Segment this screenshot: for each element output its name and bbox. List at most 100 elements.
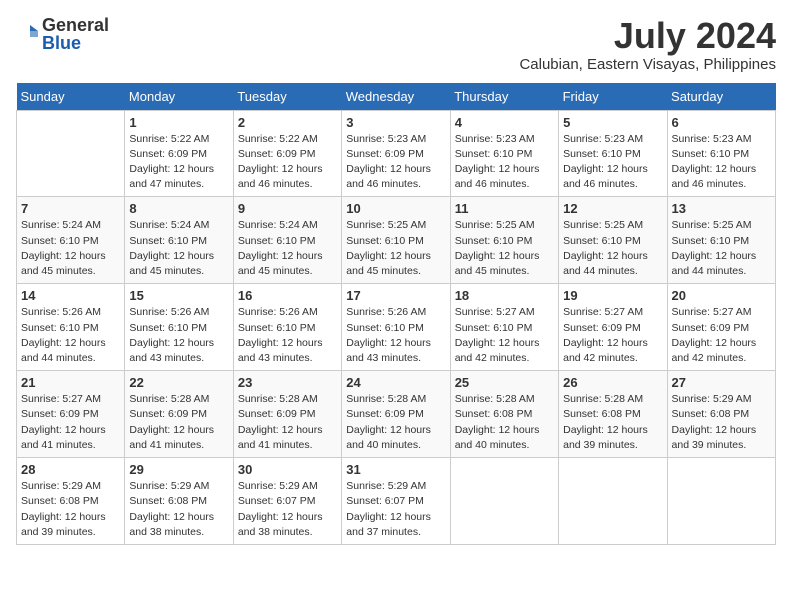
day-number: 31 [346,462,445,477]
calendar-table: SundayMondayTuesdayWednesdayThursdayFrid… [16,83,776,545]
day-number: 18 [455,288,554,303]
day-info: Sunrise: 5:28 AM Sunset: 6:08 PM Dayligh… [563,392,662,453]
header-day-wednesday: Wednesday [342,83,450,111]
day-cell: 17 Sunrise: 5:26 AM Sunset: 6:10 PM Dayli… [342,284,450,371]
day-cell: 31 Sunrise: 5:29 AM Sunset: 6:07 PM Dayli… [342,458,450,545]
day-cell: 25 Sunrise: 5:28 AM Sunset: 6:08 PM Dayli… [450,371,558,458]
day-number: 23 [238,375,337,390]
header-day-thursday: Thursday [450,83,558,111]
day-number: 25 [455,375,554,390]
title-area: July 2024 Calubian, Eastern Visayas, Phi… [519,16,776,73]
day-info: Sunrise: 5:26 AM Sunset: 6:10 PM Dayligh… [346,305,445,366]
day-cell: 28 Sunrise: 5:29 AM Sunset: 6:08 PM Dayli… [17,458,125,545]
day-info: Sunrise: 5:27 AM Sunset: 6:09 PM Dayligh… [21,392,120,453]
day-info: Sunrise: 5:26 AM Sunset: 6:10 PM Dayligh… [129,305,228,366]
day-number: 13 [672,201,771,216]
day-info: Sunrise: 5:29 AM Sunset: 6:07 PM Dayligh… [238,479,337,540]
header-day-sunday: Sunday [17,83,125,111]
day-info: Sunrise: 5:26 AM Sunset: 6:10 PM Dayligh… [21,305,120,366]
day-cell: 30 Sunrise: 5:29 AM Sunset: 6:07 PM Dayli… [233,458,341,545]
day-info: Sunrise: 5:29 AM Sunset: 6:08 PM Dayligh… [21,479,120,540]
day-cell: 7Sunrise: 5:24 AM Sunset: 6:10 PM Daylig… [17,197,125,284]
day-info: Sunrise: 5:28 AM Sunset: 6:09 PM Dayligh… [346,392,445,453]
day-cell: 16 Sunrise: 5:26 AM Sunset: 6:10 PM Dayli… [233,284,341,371]
day-number: 6 [672,115,771,130]
day-cell: 4 Sunrise: 5:23 AM Sunset: 6:10 PM Daylig… [450,110,558,197]
day-info: Sunrise: 5:29 AM Sunset: 6:07 PM Dayligh… [346,479,445,540]
day-info: Sunrise: 5:27 AM Sunset: 6:10 PM Dayligh… [455,305,554,366]
day-number: 4 [455,115,554,130]
day-number: 28 [21,462,120,477]
week-row-4: 21 Sunrise: 5:27 AM Sunset: 6:09 PM Dayli… [17,371,776,458]
day-info: Sunrise: 5:23 AM Sunset: 6:10 PM Dayligh… [455,132,554,193]
day-info: Sunrise: 5:24 AM Sunset: 6:10 PM Dayligh… [129,218,228,279]
day-info: Sunrise: 5:26 AM Sunset: 6:10 PM Dayligh… [238,305,337,366]
day-number: 29 [129,462,228,477]
day-cell: 10Sunrise: 5:25 AM Sunset: 6:10 PM Dayli… [342,197,450,284]
calendar-header-row: SundayMondayTuesdayWednesdayThursdayFrid… [17,83,776,111]
subtitle: Calubian, Eastern Visayas, Philippines [519,56,776,73]
day-number: 8 [129,201,228,216]
day-number: 22 [129,375,228,390]
day-cell: 18 Sunrise: 5:27 AM Sunset: 6:10 PM Dayli… [450,284,558,371]
day-info: Sunrise: 5:24 AM Sunset: 6:10 PM Dayligh… [238,218,337,279]
day-cell: 12Sunrise: 5:25 AM Sunset: 6:10 PM Dayli… [559,197,667,284]
day-info: Sunrise: 5:27 AM Sunset: 6:09 PM Dayligh… [672,305,771,366]
day-cell: 5 Sunrise: 5:23 AM Sunset: 6:10 PM Daylig… [559,110,667,197]
logo-blue: Blue [42,34,109,52]
day-info: Sunrise: 5:23 AM Sunset: 6:09 PM Dayligh… [346,132,445,193]
logo-general: General [42,16,109,34]
day-number: 27 [672,375,771,390]
day-cell: 23 Sunrise: 5:28 AM Sunset: 6:09 PM Dayli… [233,371,341,458]
week-row-5: 28 Sunrise: 5:29 AM Sunset: 6:08 PM Dayli… [17,458,776,545]
day-number: 21 [21,375,120,390]
week-row-3: 14 Sunrise: 5:26 AM Sunset: 6:10 PM Dayli… [17,284,776,371]
day-number: 26 [563,375,662,390]
day-cell [667,458,775,545]
day-info: Sunrise: 5:29 AM Sunset: 6:08 PM Dayligh… [129,479,228,540]
day-info: Sunrise: 5:22 AM Sunset: 6:09 PM Dayligh… [129,132,228,193]
day-cell [559,458,667,545]
day-cell [450,458,558,545]
day-cell: 13 Sunrise: 5:25 AM Sunset: 6:10 PM Dayli… [667,197,775,284]
day-cell: 9 Sunrise: 5:24 AM Sunset: 6:10 PM Daylig… [233,197,341,284]
day-cell: 22 Sunrise: 5:28 AM Sunset: 6:09 PM Dayli… [125,371,233,458]
day-number: 19 [563,288,662,303]
day-info: Sunrise: 5:25 AM Sunset: 6:10 PM Dayligh… [455,218,554,279]
day-number: 20 [672,288,771,303]
day-number: 30 [238,462,337,477]
day-cell: 26 Sunrise: 5:28 AM Sunset: 6:08 PM Dayli… [559,371,667,458]
day-info: Sunrise: 5:28 AM Sunset: 6:08 PM Dayligh… [455,392,554,453]
day-number: 14 [21,288,120,303]
main-title: July 2024 [519,16,776,56]
day-info: Sunrise: 5:23 AM Sunset: 6:10 PM Dayligh… [563,132,662,193]
day-cell: 1 Sunrise: 5:22 AM Sunset: 6:09 PM Daylig… [125,110,233,197]
day-number: 9 [238,201,337,216]
day-number: 10 [346,201,445,216]
day-cell: 11Sunrise: 5:25 AM Sunset: 6:10 PM Dayli… [450,197,558,284]
day-number: 17 [346,288,445,303]
day-cell: 3Sunrise: 5:23 AM Sunset: 6:09 PM Daylig… [342,110,450,197]
day-cell: 24 Sunrise: 5:28 AM Sunset: 6:09 PM Dayli… [342,371,450,458]
day-info: Sunrise: 5:25 AM Sunset: 6:10 PM Dayligh… [672,218,771,279]
header-day-monday: Monday [125,83,233,111]
day-cell [17,110,125,197]
day-cell: 15Sunrise: 5:26 AM Sunset: 6:10 PM Dayli… [125,284,233,371]
logo: General Blue [16,16,109,52]
day-cell: 27Sunrise: 5:29 AM Sunset: 6:08 PM Dayli… [667,371,775,458]
day-info: Sunrise: 5:27 AM Sunset: 6:09 PM Dayligh… [563,305,662,366]
day-number: 1 [129,115,228,130]
week-row-2: 7Sunrise: 5:24 AM Sunset: 6:10 PM Daylig… [17,197,776,284]
header: General Blue July 2024 Calubian, Eastern… [16,16,776,73]
day-cell: 6 Sunrise: 5:23 AM Sunset: 6:10 PM Daylig… [667,110,775,197]
day-number: 16 [238,288,337,303]
day-info: Sunrise: 5:23 AM Sunset: 6:10 PM Dayligh… [672,132,771,193]
day-number: 12 [563,201,662,216]
day-number: 24 [346,375,445,390]
day-number: 5 [563,115,662,130]
day-info: Sunrise: 5:28 AM Sunset: 6:09 PM Dayligh… [129,392,228,453]
day-cell: 19 Sunrise: 5:27 AM Sunset: 6:09 PM Dayli… [559,284,667,371]
day-cell: 29 Sunrise: 5:29 AM Sunset: 6:08 PM Dayli… [125,458,233,545]
day-info: Sunrise: 5:28 AM Sunset: 6:09 PM Dayligh… [238,392,337,453]
logo-icon [16,21,38,43]
